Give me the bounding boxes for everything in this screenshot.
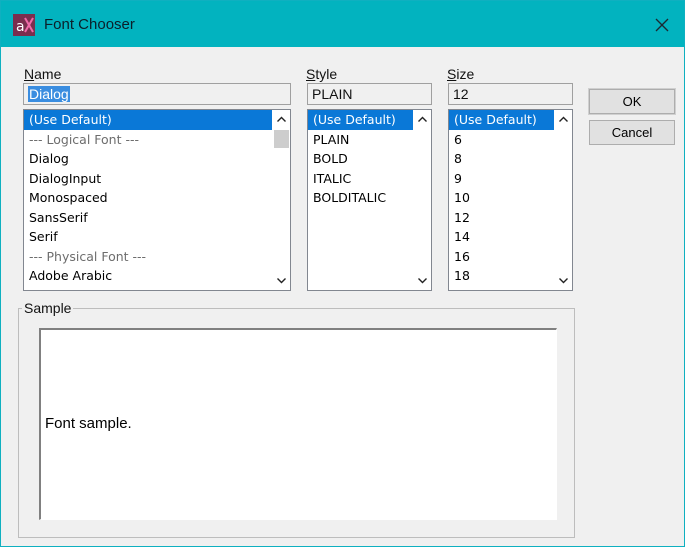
chevron-down-icon[interactable] bbox=[555, 272, 572, 289]
app-logo-icon: a bbox=[13, 14, 35, 36]
size-list-item[interactable]: 14 bbox=[449, 227, 554, 247]
sample-preview: Font sample. bbox=[39, 328, 557, 520]
size-list-item[interactable]: 10 bbox=[449, 188, 554, 208]
name-list-item[interactable]: SansSerif bbox=[24, 208, 272, 228]
name-field-value: Dialog bbox=[28, 86, 70, 102]
name-label: Name bbox=[24, 66, 62, 82]
size-label: Size bbox=[447, 66, 475, 82]
font-chooser-window: a Font Chooser Name Dialog (Use Default)… bbox=[0, 0, 685, 547]
name-list-item[interactable]: --- Logical Font --- bbox=[24, 130, 272, 150]
chevron-down-icon[interactable] bbox=[273, 272, 290, 289]
style-list-items: (Use Default) PLAIN BOLD ITALIC BOLDITAL… bbox=[308, 110, 413, 290]
name-list[interactable]: (Use Default) --- Logical Font --- Dialo… bbox=[23, 109, 291, 291]
name-list-item[interactable]: (Use Default) bbox=[24, 110, 272, 130]
name-list-item[interactable]: Serif bbox=[24, 227, 272, 247]
size-list-item[interactable]: 6 bbox=[449, 130, 554, 150]
size-list-item[interactable]: 18 bbox=[449, 266, 554, 286]
size-list-item[interactable]: 12 bbox=[449, 208, 554, 228]
close-button[interactable] bbox=[638, 1, 684, 47]
name-list-item[interactable]: Dialog bbox=[24, 149, 272, 169]
name-list-scroll-thumb[interactable] bbox=[274, 130, 289, 148]
style-list-item[interactable]: (Use Default) bbox=[308, 110, 413, 130]
name-list-items: (Use Default) --- Logical Font --- Dialo… bbox=[24, 110, 272, 290]
cancel-button[interactable]: Cancel bbox=[589, 120, 675, 145]
style-list[interactable]: (Use Default) PLAIN BOLD ITALIC BOLDITAL… bbox=[307, 109, 432, 291]
size-list-scrollbar[interactable] bbox=[555, 110, 572, 290]
name-list-item[interactable]: Adobe Arabic bbox=[24, 266, 272, 286]
size-list-item[interactable]: 16 bbox=[449, 247, 554, 267]
window-title: Font Chooser bbox=[44, 16, 135, 33]
style-list-item[interactable]: BOLD bbox=[308, 149, 413, 169]
sample-legend: Sample bbox=[22, 300, 74, 316]
close-icon bbox=[655, 18, 669, 32]
style-list-item[interactable]: PLAIN bbox=[308, 130, 413, 150]
chevron-down-icon[interactable] bbox=[414, 272, 431, 289]
size-list-item[interactable]: 9 bbox=[449, 169, 554, 189]
style-list-scrollbar[interactable] bbox=[414, 110, 431, 290]
name-list-item[interactable]: DialogInput bbox=[24, 169, 272, 189]
name-list-item[interactable]: --- Physical Font --- bbox=[24, 247, 272, 267]
name-list-scrollbar[interactable] bbox=[273, 110, 290, 290]
ok-button[interactable]: OK bbox=[588, 88, 676, 115]
size-field-value: 12 bbox=[453, 86, 469, 102]
chevron-up-icon[interactable] bbox=[555, 111, 572, 128]
size-list[interactable]: (Use Default) 6 8 9 10 12 14 16 18 bbox=[448, 109, 573, 291]
size-list-item[interactable]: (Use Default) bbox=[449, 110, 554, 130]
style-label: Style bbox=[306, 66, 338, 82]
sample-text: Font sample. bbox=[45, 415, 132, 432]
chevron-up-icon[interactable] bbox=[414, 111, 431, 128]
style-list-item[interactable]: BOLDITALIC bbox=[308, 188, 413, 208]
size-field[interactable]: 12 bbox=[448, 83, 573, 105]
chevron-up-icon[interactable] bbox=[273, 111, 290, 128]
name-list-item[interactable]: Monospaced bbox=[24, 188, 272, 208]
size-list-item[interactable]: 8 bbox=[449, 149, 554, 169]
title-bar[interactable]: a Font Chooser bbox=[1, 1, 684, 47]
name-field[interactable]: Dialog bbox=[23, 83, 291, 105]
style-list-item[interactable]: ITALIC bbox=[308, 169, 413, 189]
style-field-value: PLAIN bbox=[312, 86, 353, 102]
style-field[interactable]: PLAIN bbox=[307, 83, 432, 105]
svg-text:a: a bbox=[16, 19, 25, 35]
size-list-items: (Use Default) 6 8 9 10 12 14 16 18 bbox=[449, 110, 554, 290]
